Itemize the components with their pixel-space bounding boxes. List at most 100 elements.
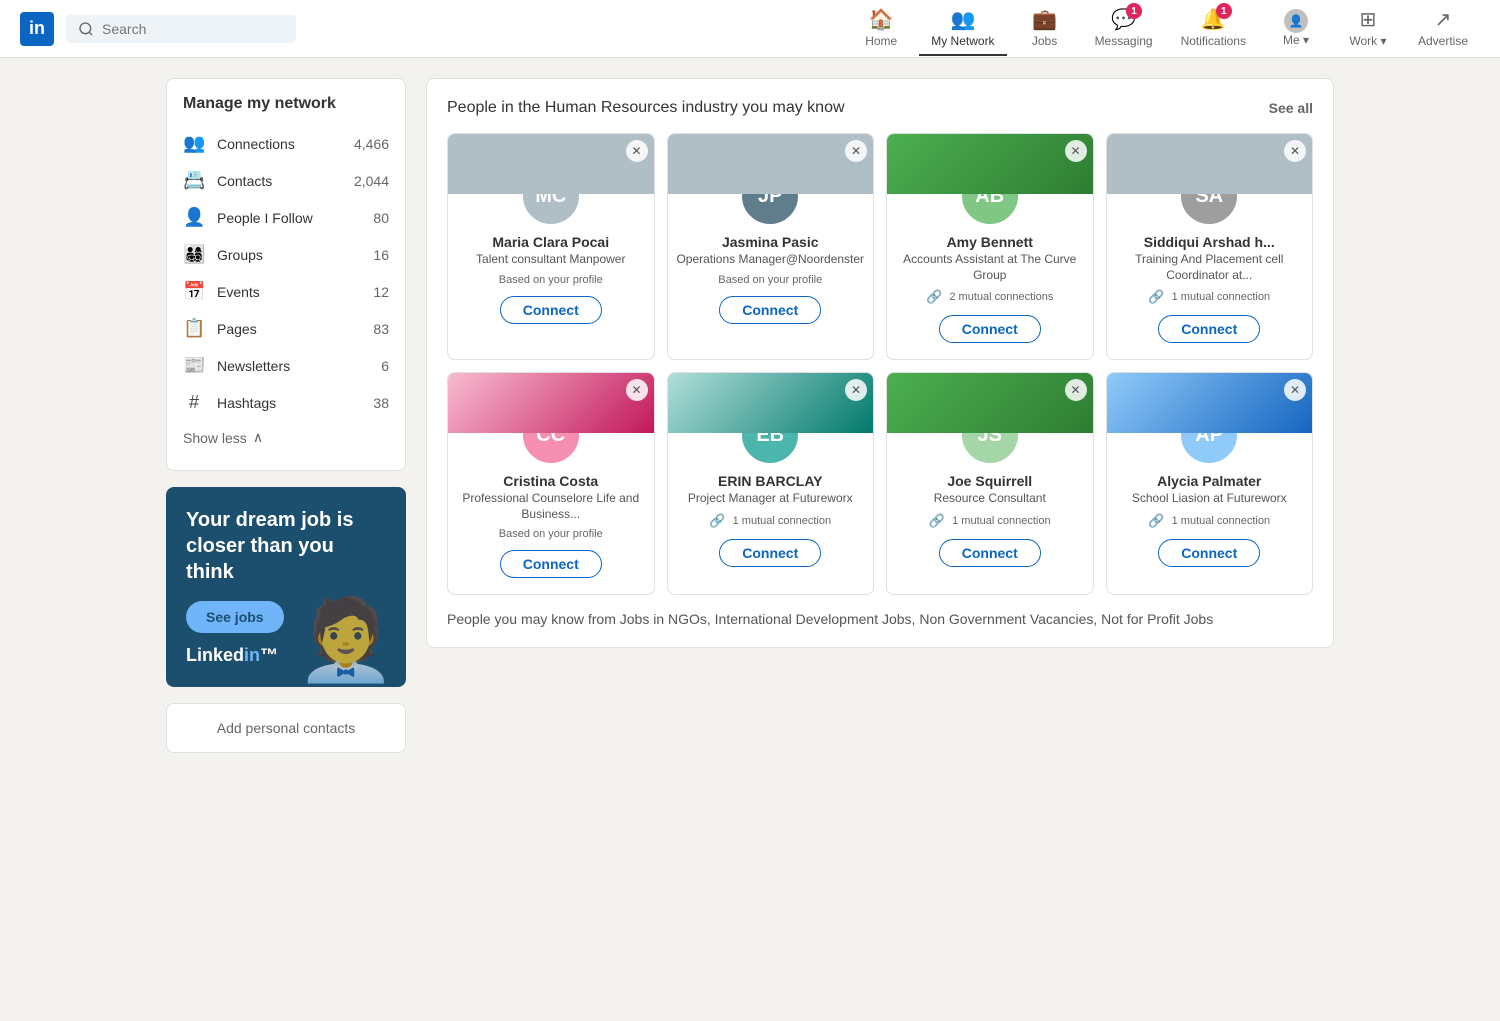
nav-item-my-network[interactable]: 👥 My Network	[919, 1, 1006, 56]
sidebar-label-pages: Pages	[217, 321, 361, 337]
sidebar-title: Manage my network	[167, 95, 405, 125]
sidebar-label-groups: Groups	[217, 247, 361, 263]
person-card-bg: ✕	[887, 373, 1093, 433]
sidebar-count-newsletters: 6	[381, 358, 389, 374]
sidebar-label-newsletters: Newsletters	[217, 358, 369, 374]
sidebar-item-events[interactable]: 📅 Events 12	[167, 273, 405, 310]
person-card-erin-barclay: ✕ EB ERIN BARCLAY Project Manager at Fut…	[667, 372, 875, 595]
sidebar-count-events: 12	[373, 284, 389, 300]
connect-button[interactable]: Connect	[500, 550, 602, 578]
sidebar-item-hashtags[interactable]: # Hashtags 38	[167, 384, 405, 421]
person-name: Jasmina Pasic	[714, 234, 827, 250]
messaging-label: Messaging	[1095, 34, 1153, 48]
ad-text: Your dream job is closer than you think	[186, 507, 386, 585]
me-label: Me ▾	[1283, 33, 1309, 47]
navbar: in 🏠 Home 👥 My Network 💼 Jobs 💬 1 M	[0, 0, 1500, 58]
connect-button[interactable]: Connect	[719, 539, 821, 567]
dismiss-button[interactable]: ✕	[626, 140, 648, 162]
sidebar-count-pages: 83	[373, 321, 389, 337]
sidebar-count-contacts: 2,044	[354, 173, 389, 189]
nav-item-work[interactable]: ⊞ Work ▾	[1334, 1, 1402, 56]
dismiss-button[interactable]: ✕	[1065, 379, 1087, 401]
person-title: Training And Placement cell Coordinator …	[1107, 250, 1313, 285]
connect-button[interactable]: Connect	[1158, 315, 1260, 343]
sidebar-icon-pages: 📋	[183, 318, 205, 339]
messaging-badge: 1	[1126, 3, 1142, 19]
sidebar-item-connections[interactable]: 👥 Connections 4,466	[167, 125, 405, 162]
sidebar-label-events: Events	[217, 284, 361, 300]
sidebar-label-contacts: Contacts	[217, 173, 342, 189]
person-mutual: 🔗 1 mutual connection	[929, 513, 1051, 529]
layout: Manage my network 👥 Connections 4,466 📇 …	[150, 78, 1350, 753]
work-icon: ⊞	[1360, 7, 1377, 32]
sidebar-item-newsletters[interactable]: 📰 Newsletters 6	[167, 347, 405, 384]
sidebar-label-people-i-follow: People I Follow	[217, 210, 361, 226]
person-title: Operations Manager@Noordenster	[668, 250, 872, 270]
see-jobs-button[interactable]: See jobs	[186, 601, 284, 633]
connect-button[interactable]: Connect	[1158, 539, 1260, 567]
connect-button[interactable]: Connect	[939, 539, 1041, 567]
person-reason: Based on your profile	[499, 528, 603, 540]
dismiss-button[interactable]: ✕	[845, 379, 867, 401]
manage-network-card: Manage my network 👥 Connections 4,466 📇 …	[166, 78, 406, 471]
section-header: People in the Human Resources industry y…	[447, 99, 1313, 117]
person-card-bg: ✕	[887, 134, 1093, 194]
advertise-icon: ↗	[1435, 7, 1452, 32]
mutual-icon: 🔗	[1148, 289, 1164, 305]
sidebar-item-groups[interactable]: 👨‍👩‍👧‍👦 Groups 16	[167, 236, 405, 273]
person-card-bg: ✕	[448, 134, 654, 194]
nav-item-home[interactable]: 🏠 Home	[847, 1, 915, 56]
sidebar-icon-newsletters: 📰	[183, 355, 205, 376]
nav-item-notifications[interactable]: 🔔 1 Notifications	[1169, 1, 1258, 56]
sidebar-icon-events: 📅	[183, 281, 205, 302]
person-title: Professional Counselore Life and Busines…	[448, 489, 654, 524]
sidebar-item-people-i-follow[interactable]: 👤 People I Follow 80	[167, 199, 405, 236]
person-card-bg: ✕	[448, 373, 654, 433]
notifications-badge: 1	[1216, 3, 1232, 19]
sidebar-icon-groups: 👨‍👩‍👧‍👦	[183, 244, 205, 265]
mutual-icon: 🔗	[709, 513, 725, 529]
nav-item-messaging[interactable]: 💬 1 Messaging	[1083, 1, 1165, 56]
see-all-button[interactable]: See all	[1269, 100, 1313, 116]
add-personal-contacts[interactable]: Add personal contacts	[166, 703, 406, 753]
person-card-bg: ✕	[668, 373, 874, 433]
linkedin-logo[interactable]: in	[20, 12, 54, 46]
person-card-bg: ✕	[1107, 134, 1313, 194]
dismiss-button[interactable]: ✕	[1284, 379, 1306, 401]
nav-item-advertise[interactable]: ↗ Advertise	[1406, 1, 1480, 56]
person-card-cristina-costa: ✕ CC Cristina Costa Professional Counsel…	[447, 372, 655, 595]
jobs-label: Jobs	[1032, 34, 1057, 48]
home-icon: 🏠	[869, 7, 894, 32]
section1-title: People in the Human Resources industry y…	[447, 99, 845, 117]
sidebar-item-pages[interactable]: 📋 Pages 83	[167, 310, 405, 347]
sidebar-item-contacts[interactable]: 📇 Contacts 2,044	[167, 162, 405, 199]
dismiss-button[interactable]: ✕	[1284, 140, 1306, 162]
person-name: Maria Clara Pocai	[484, 234, 617, 250]
search-bar[interactable]	[66, 15, 296, 43]
person-card-bg: ✕	[668, 134, 874, 194]
nav-items: 🏠 Home 👥 My Network 💼 Jobs 💬 1 Messaging…	[847, 1, 1480, 56]
people-grid: ✕ MC Maria Clara Pocai Talent consultant…	[447, 133, 1313, 595]
show-less-button[interactable]: Show less ∧	[167, 421, 405, 454]
mutual-icon: 🔗	[929, 513, 945, 529]
me-avatar: 👤	[1284, 9, 1308, 33]
person-name: Joe Squirrell	[939, 473, 1040, 489]
connect-button[interactable]: Connect	[500, 296, 602, 324]
ad-person-image: 🧑‍💼	[296, 593, 396, 687]
connect-button[interactable]: Connect	[719, 296, 821, 324]
sidebar-icon-connections: 👥	[183, 133, 205, 154]
person-mutual: 🔗 1 mutual connection	[709, 513, 831, 529]
main-content: People in the Human Resources industry y…	[426, 78, 1334, 753]
search-input[interactable]	[102, 21, 284, 37]
sidebar-count-hashtags: 38	[373, 395, 389, 411]
person-reason: Based on your profile	[718, 274, 822, 286]
dismiss-button[interactable]: ✕	[626, 379, 648, 401]
messaging-icon: 💬 1	[1111, 7, 1136, 32]
sidebar-icon-hashtags: #	[183, 392, 205, 413]
nav-item-me[interactable]: 👤 Me ▾	[1262, 3, 1330, 55]
sidebar-label-hashtags: Hashtags	[217, 395, 361, 411]
dismiss-button[interactable]: ✕	[845, 140, 867, 162]
connect-button[interactable]: Connect	[939, 315, 1041, 343]
nav-item-jobs[interactable]: 💼 Jobs	[1011, 1, 1079, 56]
dismiss-button[interactable]: ✕	[1065, 140, 1087, 162]
